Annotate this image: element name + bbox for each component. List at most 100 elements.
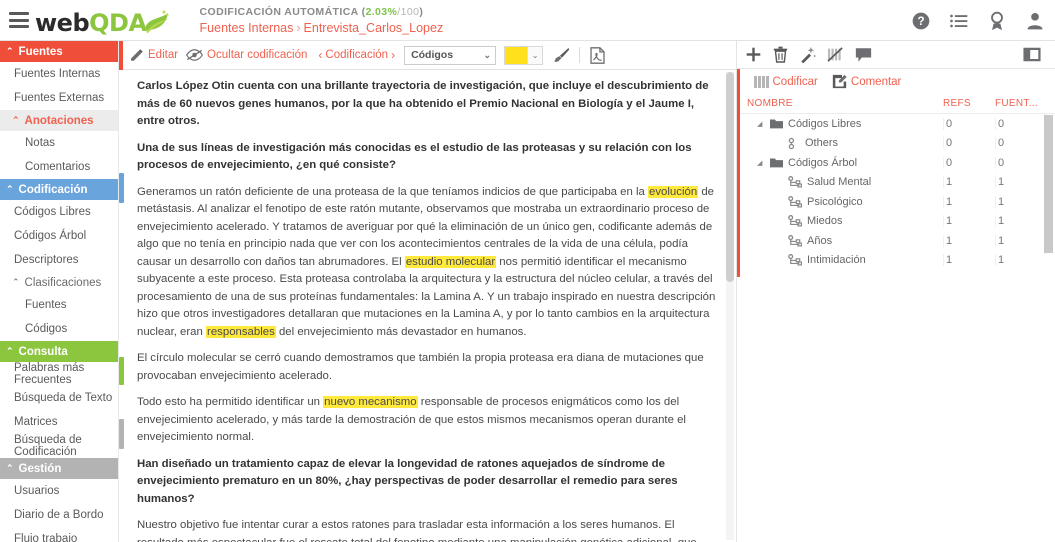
- sidebar-item-descriptores[interactable]: Descriptores: [0, 248, 118, 272]
- expand-toggle-icon[interactable]: ◢: [757, 120, 765, 128]
- code-bar-blue[interactable]: [119, 173, 124, 203]
- sidebar-group-gestin[interactable]: ⌃ Gestión: [0, 458, 118, 479]
- eye-slash-icon: [186, 49, 204, 61]
- sidebar-item-fuentesinternas[interactable]: Fuentes Internas: [0, 62, 118, 86]
- list-icon[interactable]: [949, 11, 969, 31]
- magic-wand-icon[interactable]: [799, 46, 816, 63]
- table-row[interactable]: ◢ Códigos Libres 0 0: [737, 114, 1055, 134]
- coded-highlight[interactable]: nuevo mecanismo: [323, 396, 418, 408]
- color-picker[interactable]: ⌄: [504, 45, 544, 65]
- code-bar-green[interactable]: [119, 357, 124, 385]
- column-header-name[interactable]: NOMBRE: [747, 98, 943, 109]
- color-swatch[interactable]: [505, 46, 528, 64]
- codes-table-header: NOMBRE REFS FUENT...: [737, 94, 1055, 114]
- text-run: Una de sus líneas de investigación más c…: [137, 141, 692, 172]
- sidebar-item-bsquedadetexto[interactable]: Búsqueda de Texto: [0, 386, 118, 410]
- column-header-sources[interactable]: FUENT...: [995, 98, 1055, 109]
- text-run: Nuestro objetivo fue intentar curar a es…: [137, 519, 697, 542]
- left-sidebar: ⌃ Fuentes Fuentes Internas Fuentes Externas…: [0, 41, 119, 542]
- hamburger-menu-icon[interactable]: [9, 12, 29, 28]
- sidebar-item-matrices[interactable]: Matrices: [0, 410, 118, 434]
- comment-icon[interactable]: [855, 47, 872, 63]
- column-header-refs[interactable]: REFS: [943, 98, 995, 109]
- sidebar-item-notas[interactable]: Notas: [0, 131, 118, 155]
- sidebar-group-fuentes[interactable]: ⌃ Fuentes: [0, 41, 118, 62]
- sidebar-item-cdigos[interactable]: Códigos: [0, 317, 118, 341]
- uncode-icon[interactable]: [827, 47, 844, 62]
- chevron-up-icon: ⌃: [6, 46, 14, 56]
- sidebar-item-label: Comentarios: [25, 161, 91, 173]
- table-row[interactable]: ◢ Códigos Árbol 0 0: [737, 153, 1055, 173]
- code-label: Años: [807, 234, 833, 247]
- scrollbar-thumb[interactable]: [1044, 115, 1053, 253]
- sidebar-item-comentarios[interactable]: Comentarios: [0, 155, 118, 179]
- coded-highlight[interactable]: responsables: [206, 325, 276, 338]
- sidebar-group-anotaciones[interactable]: ⌃ Anotaciones: [0, 110, 118, 131]
- breadcrumb-current[interactable]: Entrevista_Carlos_Lopez: [304, 21, 444, 35]
- sidebar-item-usuarios[interactable]: Usuarios: [0, 479, 118, 503]
- coding-label[interactable]: Codificación: [325, 49, 388, 61]
- logo-qda-text: QDA: [89, 9, 147, 37]
- document-scrollbar[interactable]: [726, 72, 734, 540]
- codes-panel-scrollbar[interactable]: [1044, 115, 1053, 253]
- codify-button[interactable]: Codificar: [754, 75, 818, 88]
- comment-button[interactable]: Comentar: [832, 74, 901, 89]
- table-row[interactable]: Años 1 1: [737, 231, 1055, 251]
- sidebar-item-cdigoslibres[interactable]: Códigos Libres: [0, 200, 118, 224]
- code-bar-gray[interactable]: [119, 419, 124, 449]
- next-coding-button[interactable]: ›: [388, 48, 398, 62]
- sidebar-item-flujotrabajo[interactable]: Flujo trabajo: [0, 527, 118, 542]
- sidebar-group-clasificaciones[interactable]: ⌃ Clasificaciones: [0, 272, 118, 293]
- coding-type-select[interactable]: Códigos ⌄: [404, 45, 497, 65]
- sidebar-item-label: Fuentes: [25, 299, 67, 311]
- sidebar-item-bsquedadecodificacin[interactable]: Búsqueda de Codificación: [0, 434, 118, 458]
- document-paragraph: Generamos un ratón deficiente de una pro…: [137, 184, 718, 342]
- breadcrumb-root[interactable]: Fuentes Internas: [200, 21, 294, 35]
- edit-button[interactable]: Editar: [129, 48, 178, 63]
- sidebar-group-consulta[interactable]: ⌃ Consulta: [0, 341, 118, 362]
- sidebar-item-palabrasmsfrecuentes[interactable]: Palabras más Frecuentes: [0, 362, 118, 386]
- user-icon[interactable]: [1025, 11, 1045, 31]
- paintbrush-button[interactable]: [553, 47, 570, 63]
- sidebar-item-cdigosrbol[interactable]: Códigos Árbol: [0, 224, 118, 248]
- code-name-cell: Años: [747, 235, 943, 247]
- refs-cell: 1: [943, 234, 995, 247]
- document-viewer[interactable]: Carlos López Otin cuenta con una brillan…: [119, 70, 736, 542]
- chevron-down-icon[interactable]: ⌄: [527, 46, 543, 64]
- code-name-cell: ◢ Códigos Árbol: [747, 157, 943, 169]
- text-run: Han diseñado un tratamiento capaz de ele…: [137, 457, 678, 505]
- pdf-export-button[interactable]: [590, 46, 605, 64]
- scrollbar-thumb[interactable]: [726, 72, 734, 282]
- sources-cell: 1: [995, 254, 1055, 267]
- prev-coding-button[interactable]: ‹: [315, 48, 325, 62]
- auto-coding-status: CODIFICACIÓN AUTOMÁTICA (2.03%/100): [199, 5, 424, 18]
- sidebar-item-diariodeabordo[interactable]: Diario de a Bordo: [0, 503, 118, 527]
- hide-coding-button[interactable]: Ocultar codificación: [186, 48, 307, 62]
- coded-highlight[interactable]: evolución: [648, 185, 699, 198]
- table-row[interactable]: Salud Mental 1 1: [737, 173, 1055, 193]
- panel-toggle-icon[interactable]: [1023, 47, 1041, 62]
- help-icon[interactable]: ?: [911, 11, 931, 31]
- pencil-icon: [130, 48, 143, 61]
- coded-highlight[interactable]: estudio molecular: [404, 255, 497, 268]
- table-row[interactable]: Psicológico 1 1: [737, 192, 1055, 212]
- sidebar-item-fuentesexternas[interactable]: Fuentes Externas: [0, 86, 118, 110]
- sidebar-item-fuentes[interactable]: Fuentes: [0, 293, 118, 317]
- award-icon[interactable]: [987, 11, 1007, 31]
- text-run: Carlos López Otin cuenta con una brillan…: [137, 80, 709, 127]
- table-row[interactable]: Intimidación 1 1: [737, 251, 1055, 271]
- table-row[interactable]: Others 0 0: [737, 134, 1055, 154]
- sidebar-item-label: Fuentes Internas: [14, 68, 101, 80]
- delete-icon[interactable]: [773, 46, 788, 63]
- table-row[interactable]: Miedos 1 1: [737, 212, 1055, 232]
- bars-icon: [754, 75, 769, 88]
- app-header: webQDA CODIFICACIÓN AUTOMÁTICA (2.03%/10…: [0, 0, 1055, 41]
- sidebar-group-codificacin[interactable]: ⌃ Codificación: [0, 179, 118, 200]
- webqda-logo[interactable]: webQDA: [35, 5, 170, 35]
- svg-text:?: ?: [917, 15, 924, 28]
- add-icon[interactable]: [745, 46, 762, 63]
- expand-toggle-icon[interactable]: ◢: [757, 159, 765, 167]
- sidebar-group-label: Clasificaciones: [24, 276, 102, 289]
- refs-cell: 0: [943, 117, 995, 130]
- chevron-up-icon: ⌃: [6, 184, 14, 194]
